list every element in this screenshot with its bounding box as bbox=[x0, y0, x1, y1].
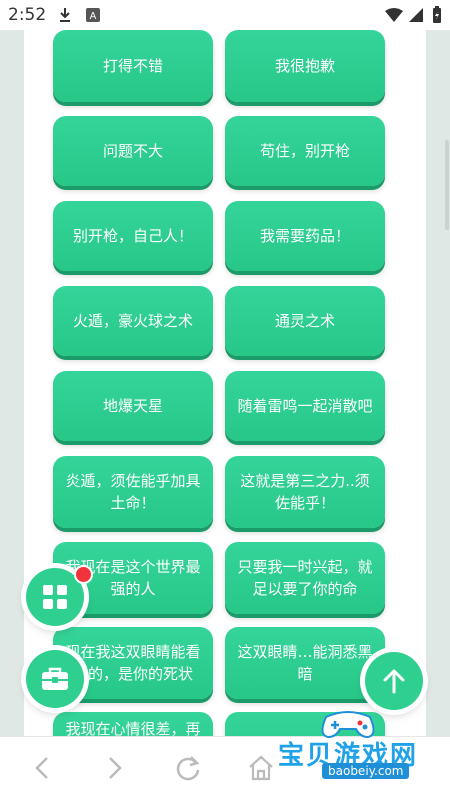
phrase-button[interactable]: 问题不大 bbox=[53, 116, 213, 186]
phrase-label: 只要我一时兴起，就足以要了你的命 bbox=[237, 558, 373, 598]
phrase-label: 别开枪，自己人！ bbox=[72, 227, 193, 245]
notification-badge bbox=[74, 565, 93, 584]
phrase-button[interactable]: 这就是第三之力..须佐能乎！ bbox=[225, 456, 385, 528]
phrase-label: 问题不大 bbox=[102, 142, 163, 160]
grid-icon bbox=[43, 585, 67, 609]
phrase-label: 这就是第三之力..须佐能乎！ bbox=[240, 472, 370, 512]
signal-icon bbox=[409, 8, 423, 22]
phrase-label: 苟住，别开枪 bbox=[259, 142, 350, 160]
phrase-list: 打得不错 我很抱歉 问题不大 苟住，别开枪 别开枪，自己人！ 我需要药品！ 火遁… bbox=[24, 30, 426, 736]
phrase-button[interactable]: 只要我一时兴起，就足以要了你的命 bbox=[225, 542, 385, 614]
phrase-button[interactable]: 炎遁，须佐能乎加具土命！ bbox=[53, 456, 213, 528]
phrase-label: 我很抱歉 bbox=[274, 57, 335, 75]
gamepad-icon bbox=[321, 711, 375, 739]
phrase-button[interactable]: 我很抱歉 bbox=[225, 30, 385, 102]
battery-icon bbox=[433, 6, 441, 23]
phrase-button[interactable]: 苟住，别开枪 bbox=[225, 116, 385, 186]
phrase-label: 打得不错 bbox=[102, 57, 163, 75]
phrase-label: 我现在心情很差，再 bbox=[65, 720, 201, 736]
watermark-url: baobeiy.com bbox=[322, 763, 410, 779]
svg-text:A: A bbox=[90, 11, 97, 22]
phrase-label: 现在我这双眼睛能看到的，是你的死状 bbox=[65, 643, 201, 683]
phrase-button[interactable]: 打得不错 bbox=[53, 30, 213, 102]
phrase-label: 通灵之术 bbox=[274, 312, 335, 330]
phrase-button[interactable]: 地爆天星 bbox=[53, 371, 213, 441]
back-icon[interactable] bbox=[32, 755, 52, 781]
phrase-button[interactable]: 我需要药品！ bbox=[225, 201, 385, 271]
watermark: 宝贝游戏网 baobeiy.com bbox=[270, 705, 450, 779]
phrase-button[interactable]: 别开枪，自己人！ bbox=[53, 201, 213, 271]
phrase-button[interactable]: 通灵之术 bbox=[225, 286, 385, 356]
right-margin bbox=[426, 30, 450, 736]
scroll-top-button[interactable] bbox=[365, 652, 423, 710]
phrase-button[interactable]: 我现在心情很差，再 bbox=[53, 712, 213, 736]
toolbox-button[interactable] bbox=[26, 650, 84, 708]
status-bar: 2:52 A bbox=[0, 0, 450, 30]
wifi-icon bbox=[385, 8, 403, 22]
arrow-up-icon bbox=[383, 669, 405, 694]
phrase-label: 地爆天星 bbox=[102, 397, 163, 415]
phrase-button[interactable]: 火遁，豪火球之术 bbox=[53, 286, 213, 356]
refresh-icon[interactable] bbox=[175, 755, 201, 781]
phrase-label: 这双眼睛…能洞悉黑暗 bbox=[237, 643, 373, 683]
phrase-label: 炎遁，须佐能乎加具土命！ bbox=[65, 472, 201, 512]
phrase-label: 随着雷鸣一起消散吧 bbox=[237, 397, 373, 415]
scrollbar[interactable] bbox=[445, 140, 449, 230]
forward-icon[interactable] bbox=[105, 755, 125, 781]
status-time: 2:52 bbox=[8, 5, 47, 25]
a-app-icon: A bbox=[86, 8, 100, 22]
download-icon bbox=[60, 8, 70, 22]
phrase-button[interactable]: 这双眼睛…能洞悉黑暗 bbox=[225, 627, 385, 699]
phrase-button[interactable]: 随着雷鸣一起消散吧 bbox=[225, 371, 385, 441]
phrase-label: 我需要药品！ bbox=[259, 227, 350, 245]
phrase-label: 火遁，豪火球之术 bbox=[72, 312, 193, 330]
left-margin bbox=[0, 30, 24, 736]
toolbox-icon bbox=[42, 667, 68, 690]
